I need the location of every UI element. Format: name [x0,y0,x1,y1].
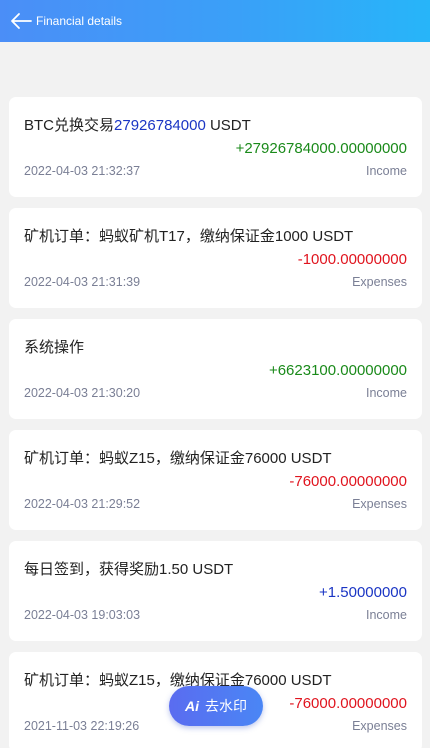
list-item[interactable]: 矿机订单：蚂蚁矿机T17，缴纳保证金1000 USDT -1000.000000… [9,208,422,308]
record-type: Expenses [352,275,407,289]
record-type: Expenses [352,719,407,733]
remove-watermark-button[interactable]: Ai 去水印 [169,686,263,726]
list-item[interactable]: BTC兑换交易27926784000 USDT +27926784000.000… [9,97,422,197]
record-amount: -76000.00000000 [289,473,407,490]
record-title: BTC兑换交易27926784000 USDT [24,117,251,134]
record-type: Income [366,164,407,178]
record-amount: -76000.00000000 [289,695,407,712]
record-date: 2022-04-03 21:32:37 [24,164,141,178]
record-amount: +6623100.00000000 [268,362,407,379]
record-title: 系统操作 [24,339,85,356]
record-title: 矿机订单：蚂蚁Z15，缴纳保证金76000 USDT [24,672,332,689]
record-type: Expenses [352,497,407,511]
record-title: 矿机订单：蚂蚁矿机T17，缴纳保证金1000 USDT [24,228,354,245]
app-header: Financial details [0,0,430,42]
record-date: 2022-04-03 21:29:52 [24,497,141,511]
back-button[interactable] [2,0,40,42]
record-amount: -1000.00000000 [297,251,407,268]
list-item[interactable]: 系统操作 +6623100.00000000 2022-04-03 21:30:… [9,319,422,419]
list-item[interactable]: 矿机订单：蚂蚁Z15，缴纳保证金76000 USDT -76000.000000… [9,430,422,530]
record-date: 2022-04-03 21:30:20 [24,386,141,400]
ai-icon: Ai [185,698,199,714]
record-title: 每日签到，获得奖励1.50 USDT [24,561,234,578]
record-title-highlight: 27926784000 [114,117,206,134]
record-type: Income [366,386,407,400]
record-amount: +1.50000000 [318,584,407,601]
record-title: 矿机订单：蚂蚁Z15，缴纳保证金76000 USDT [24,450,332,467]
record-date: 2021-11-03 22:19:26 [24,719,140,733]
page-title: Financial details [36,14,123,28]
record-type: Income [366,608,407,622]
record-date: 2022-04-03 19:03:03 [24,608,141,622]
remove-watermark-label: 去水印 [205,698,247,714]
list-item[interactable]: 每日签到，获得奖励1.50 USDT +1.50000000 2022-04-0… [9,541,422,641]
arrow-left-icon [11,13,32,29]
record-date: 2022-04-03 21:31:39 [24,275,141,289]
record-amount: +27926784000.00000000 [235,140,407,157]
